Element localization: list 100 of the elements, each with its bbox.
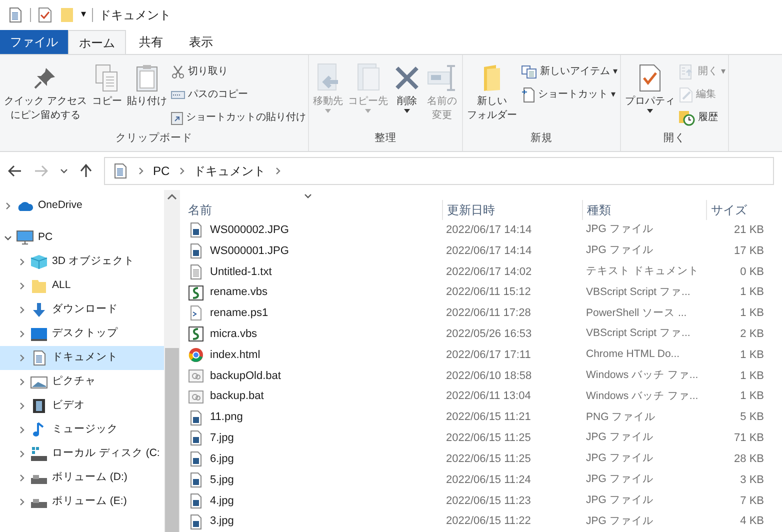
breadcrumb[interactable]: PC: [153, 162, 170, 180]
ribbon-small-button[interactable]: ショートカット ▾: [520, 84, 618, 105]
ribbon-button[interactable]: プロパティ: [622, 61, 677, 132]
nav-item[interactable]: デスクトップ: [0, 322, 164, 346]
file-size: 17 KB: [733, 244, 765, 259]
chevron-down-icon[interactable]: [60, 167, 68, 175]
address-field[interactable]: PC ドキュメント: [104, 157, 774, 185]
customize-arrow[interactable]: ▾: [81, 10, 86, 20]
ribbon-button[interactable]: 削除: [390, 61, 423, 132]
ribbon-tab[interactable]: ホーム: [68, 30, 126, 54]
file-name[interactable]: WS000001.JPG: [210, 242, 289, 260]
file-type: JPG ファイル: [585, 451, 654, 466]
chevron-right-icon[interactable]: [18, 426, 26, 434]
file-size: 3 KB: [739, 472, 765, 488]
ribbon-small-button[interactable]: ショートカットの貼り付け: [170, 107, 306, 128]
nav-item[interactable]: ボリューム (D:): [0, 466, 164, 490]
nav-item[interactable]: ローカル ディスク (C:: [0, 442, 164, 466]
file-type: JPG ファイル: [585, 472, 654, 488]
chevron-down-icon[interactable]: [4, 234, 12, 242]
nav-item[interactable]: OneDrive: [0, 194, 164, 218]
file-name[interactable]: index.html: [210, 346, 260, 364]
chevron-right-icon[interactable]: [18, 474, 26, 482]
file-size: 1 KB: [739, 306, 765, 322]
file-name[interactable]: Untitled-1.txt: [210, 264, 272, 280]
column-header[interactable]: 種類: [582, 200, 706, 220]
file-name[interactable]: micra.vbs: [210, 326, 258, 343]
open-icon: [678, 64, 695, 80]
file-name[interactable]: 7.jpg: [210, 430, 234, 447]
download-arrow-icon: [30, 302, 48, 318]
file-type: PNG ファイル: [585, 410, 657, 425]
nav-item[interactable]: 3D オブジェクト: [0, 250, 164, 274]
file-type: JPG ファイル: [585, 243, 654, 258]
nav-label: ミュージック: [52, 422, 118, 438]
nav-item[interactable]: ALL: [0, 274, 164, 298]
nav-item[interactable]: ビデオ: [0, 394, 164, 418]
ribbon-button[interactable]: クイック アクセス にピン留めする: [2, 61, 89, 132]
chevron-down-icon[interactable]: [304, 192, 312, 200]
file-name[interactable]: WS000002.JPG: [210, 222, 289, 238]
chevron-right-icon[interactable]: [18, 330, 26, 338]
ribbon-button[interactable]: 新しい フォルダー: [464, 61, 519, 132]
properties-icon[interactable]: [37, 7, 53, 23]
chevron-right-icon[interactable]: [18, 378, 26, 386]
column-header[interactable]: サイズ: [706, 200, 768, 220]
modified-date: 2022/06/15 11:22: [445, 514, 532, 530]
nav-item[interactable]: ピクチャ: [0, 370, 164, 394]
file-name[interactable]: 4.jpg: [210, 492, 234, 510]
ribbon-button[interactable]: コピー: [90, 61, 124, 132]
column-header[interactable]: 名前: [184, 200, 442, 220]
ribbon-tab[interactable]: 共有: [126, 30, 176, 54]
chevron-right-icon[interactable]: [274, 167, 282, 175]
ribbon-small-button[interactable]: 履歴: [678, 107, 726, 128]
file-name[interactable]: 3.jpg: [210, 513, 234, 530]
file-name[interactable]: rename.vbs: [210, 284, 268, 301]
file-type: JPG ファイル: [585, 492, 654, 508]
chevron-right-icon[interactable]: [18, 498, 26, 506]
file-name[interactable]: 11.png: [210, 409, 243, 426]
file-name[interactable]: rename.ps1: [210, 305, 268, 322]
column-header[interactable]: 更新日時: [442, 200, 582, 220]
modified-date: 2022/06/11 13:04: [445, 389, 532, 404]
history-icon: [678, 110, 695, 126]
chevron-right-icon[interactable]: [18, 258, 26, 266]
clipboard-icon: [134, 63, 160, 93]
chevron-right-icon[interactable]: [137, 167, 145, 175]
desktop-icon: [30, 326, 48, 342]
film-icon: [30, 398, 48, 414]
nav-item[interactable]: ミュージック: [0, 418, 164, 442]
rename-icon: [426, 63, 458, 93]
nav-label: ドキュメント: [52, 350, 118, 366]
file-size: 71 KB: [733, 431, 765, 446]
monitor-icon: [16, 230, 34, 246]
nav-item[interactable]: PC: [0, 226, 164, 250]
file-name[interactable]: backup.bat: [210, 388, 264, 405]
breadcrumb[interactable]: ドキュメント: [194, 162, 266, 180]
ribbon-small-button[interactable]: パスのコピー: [170, 84, 306, 105]
nav-item[interactable]: ボリューム (E:): [0, 490, 164, 514]
chevron-right-icon[interactable]: [178, 167, 186, 175]
chevron-right-icon[interactable]: [18, 282, 26, 290]
chevron-right-icon[interactable]: [18, 450, 26, 458]
chevron-right-icon[interactable]: [18, 402, 26, 410]
chevron-right-icon[interactable]: [18, 354, 26, 362]
nav-item[interactable]: ドキュメント: [0, 346, 164, 370]
dropdown-arrow-icon: [646, 109, 653, 113]
back-arrow-icon[interactable]: [8, 165, 22, 177]
ribbon-tab[interactable]: ファイル: [0, 30, 68, 54]
ribbon-small-button[interactable]: 新しいアイテム ▾: [520, 61, 618, 82]
ribbon-button[interactable]: 貼り付け: [124, 61, 169, 132]
file-name[interactable]: 5.jpg: [210, 472, 234, 488]
file-size: 7 KB: [739, 494, 765, 509]
file-name[interactable]: 6.jpg: [210, 450, 234, 468]
chevron-right-icon[interactable]: [18, 306, 26, 314]
file-name[interactable]: backupOld.bat: [210, 368, 281, 384]
scrollbar[interactable]: [164, 190, 180, 532]
batch-file-icon: [188, 388, 204, 405]
nav-item[interactable]: ダウンロード: [0, 298, 164, 322]
chevron-right-icon[interactable]: [4, 202, 12, 210]
ribbon-small-button[interactable]: 切り取り: [170, 61, 306, 82]
modified-date: 2022/06/15 11:25: [445, 431, 532, 446]
batch-file-icon: [188, 368, 204, 384]
ribbon-tab[interactable]: 表示: [176, 30, 226, 54]
up-arrow-icon[interactable]: [80, 164, 92, 178]
